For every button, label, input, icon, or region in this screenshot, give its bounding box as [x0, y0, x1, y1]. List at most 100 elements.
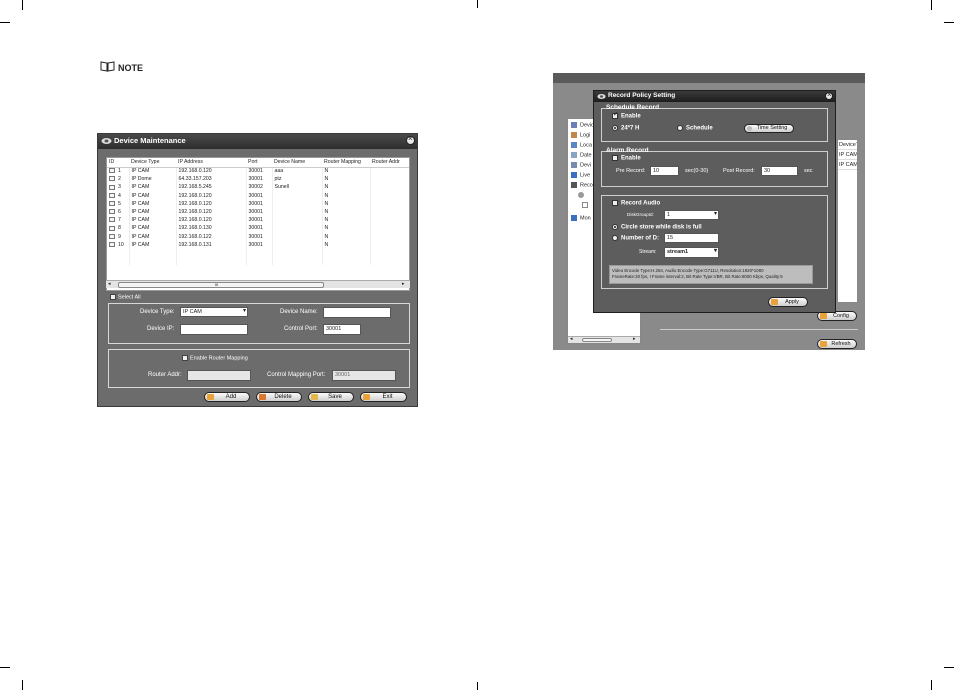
stream-label: Stream:	[639, 249, 657, 255]
post-record-input[interactable]: 30	[761, 166, 798, 176]
pre-record-input[interactable]: 10	[650, 166, 679, 176]
row-checkbox[interactable]	[109, 225, 115, 231]
row-checkbox[interactable]	[109, 192, 115, 198]
col-header[interactable]: Port	[246, 158, 272, 168]
device-name-input[interactable]	[323, 307, 391, 318]
tree-item[interactable]: Devi	[571, 162, 591, 168]
table-row[interactable]: 10 IP CAM 192.168.0.131 30001 N	[107, 240, 409, 249]
table-row[interactable]: 5 IP CAM 192.168.0.120 30001 N	[107, 199, 409, 208]
scroll-thumb[interactable]	[582, 338, 612, 342]
table-row[interactable]: 7 IP CAM 192.168.0.120 30001 N	[107, 216, 409, 225]
checkbox-box[interactable]	[612, 155, 618, 161]
alarm-enable-checkbox[interactable]: Enable	[612, 155, 641, 162]
crop-mark	[931, 680, 932, 690]
table-row[interactable]: 8 IP CAM 192.168.0.130 30001 N	[107, 224, 409, 233]
scroll-left-icon[interactable]: ◂	[570, 336, 573, 342]
schedule-enable-checkbox[interactable]: Enable	[612, 111, 641, 120]
row-checkbox[interactable]	[109, 217, 115, 223]
table-cell: 192.168.0.130	[176, 224, 247, 233]
add-button[interactable]: Add	[204, 392, 250, 402]
checkbox-box[interactable]	[612, 111, 618, 119]
book-icon	[100, 61, 115, 72]
number-of-days-input[interactable]: 15	[664, 233, 719, 243]
device-type-select[interactable]: IP CAM	[180, 307, 248, 317]
row-checkbox[interactable]	[109, 168, 115, 174]
select-all-checkbox[interactable]: Select All	[110, 294, 141, 300]
list-item[interactable]: IP CAM	[838, 150, 857, 160]
table-cell	[272, 224, 323, 233]
checkbox-box[interactable]	[182, 355, 188, 361]
table-row[interactable]: 6 IP CAM 192.168.0.120 30001 N	[107, 207, 409, 217]
table-cell: aaa	[272, 167, 323, 176]
table-cell: 192.168.5.245	[176, 183, 247, 192]
list-item[interactable]: IP CAM	[838, 160, 857, 170]
dialog-title: Record Policy Setting	[608, 92, 676, 99]
crop-mark	[477, 0, 478, 8]
table-cell: N	[322, 167, 371, 176]
scroll-right-icon[interactable]: ▸	[633, 336, 636, 342]
close-icon[interactable]	[406, 134, 415, 145]
stream-select[interactable]: stream1	[664, 247, 719, 258]
radio-button[interactable]	[612, 224, 618, 230]
alarm-record-title: Alarm Record	[606, 147, 649, 154]
apply-icon	[771, 299, 778, 305]
scroll-left-icon[interactable]: ◂	[108, 281, 111, 287]
circle-store-radio[interactable]: Circle store while disk is full	[612, 224, 702, 231]
col-header[interactable]: Device Type	[129, 158, 176, 168]
table-row[interactable]: 3 IP CAM 192.168.5.245 30002 Sunell N	[107, 183, 409, 192]
tree-item[interactable]: Devic	[571, 122, 594, 128]
col-header[interactable]: Device Name	[272, 158, 322, 168]
control-mapping-port-input[interactable]: 30001	[332, 370, 396, 381]
horizontal-scrollbar[interactable]: ◂ III ▸	[106, 280, 410, 288]
col-header[interactable]: Router Mapping	[322, 158, 370, 168]
radio-schedule[interactable]: Schedule	[677, 125, 713, 132]
row-checkbox[interactable]	[109, 176, 115, 182]
table-cell	[272, 216, 323, 225]
tree-item[interactable]	[582, 202, 591, 208]
table-row[interactable]: 9 IP CAM 192.168.0.122 30001 N	[107, 232, 409, 241]
refresh-button[interactable]: Refresh	[817, 339, 857, 349]
scroll-right-icon[interactable]: ▸	[402, 281, 405, 287]
table-row[interactable]: 4 IP CAM 192.168.0.120 30001 N	[107, 191, 409, 200]
tree-item[interactable]: Loca	[571, 142, 592, 148]
control-port-input[interactable]: 30001	[323, 324, 361, 335]
row-checkbox[interactable]	[109, 209, 115, 215]
row-checkbox[interactable]	[109, 184, 115, 190]
col-header[interactable]: Router Addr	[370, 158, 409, 168]
checkbox-box[interactable]	[110, 294, 116, 300]
exit-button[interactable]: Exit	[360, 392, 407, 402]
delete-button[interactable]: Delete	[256, 392, 302, 402]
radio-button[interactable]	[677, 125, 683, 131]
disk-group-select[interactable]: 1	[664, 210, 719, 220]
tree-scrollbar[interactable]: ◂ ▸	[568, 336, 640, 343]
checkbox-box[interactable]	[612, 200, 618, 206]
radio-button[interactable]	[612, 125, 618, 131]
close-icon[interactable]	[825, 90, 833, 100]
table-row[interactable]: 2 IP Dome 64.33.157.203 30001 ptz N	[107, 175, 409, 184]
time-setting-button[interactable]: Time Setting	[744, 124, 794, 133]
tree-item[interactable]: Reco	[571, 182, 593, 188]
row-checkbox[interactable]	[109, 233, 115, 239]
col-header[interactable]: ID	[107, 158, 129, 168]
row-checkbox[interactable]	[109, 200, 115, 206]
tree-item[interactable]: Date	[571, 152, 592, 158]
tree-item[interactable]	[578, 192, 587, 198]
device-ip-input[interactable]	[180, 324, 248, 335]
radio-button[interactable]	[612, 235, 618, 241]
row-checkbox[interactable]	[109, 241, 115, 247]
tree-item[interactable]: Logi	[571, 132, 590, 138]
table-row[interactable]: 1 IP CAM 192.168.0.120 30001 aaa N	[107, 167, 409, 176]
radio-247[interactable]: 24*7 H	[612, 125, 639, 132]
record-audio-checkbox[interactable]: Record Audio	[612, 200, 660, 207]
save-button[interactable]: Save	[308, 392, 354, 402]
apply-button[interactable]: Apply	[768, 297, 808, 307]
enable-router-checkbox[interactable]: Enable Router Mapping	[182, 355, 248, 361]
device-table: ID Device Type IP Address Port Device Na…	[106, 157, 410, 291]
scroll-thumb[interactable]: III	[118, 282, 324, 288]
tree-item[interactable]: Mon	[571, 215, 591, 221]
router-addr-input[interactable]	[187, 370, 251, 381]
table-cell	[370, 240, 409, 249]
tree-item[interactable]: Live	[571, 172, 590, 178]
number-of-days-radio[interactable]: Number of D:	[612, 235, 659, 242]
col-header[interactable]: IP Address	[176, 158, 246, 168]
